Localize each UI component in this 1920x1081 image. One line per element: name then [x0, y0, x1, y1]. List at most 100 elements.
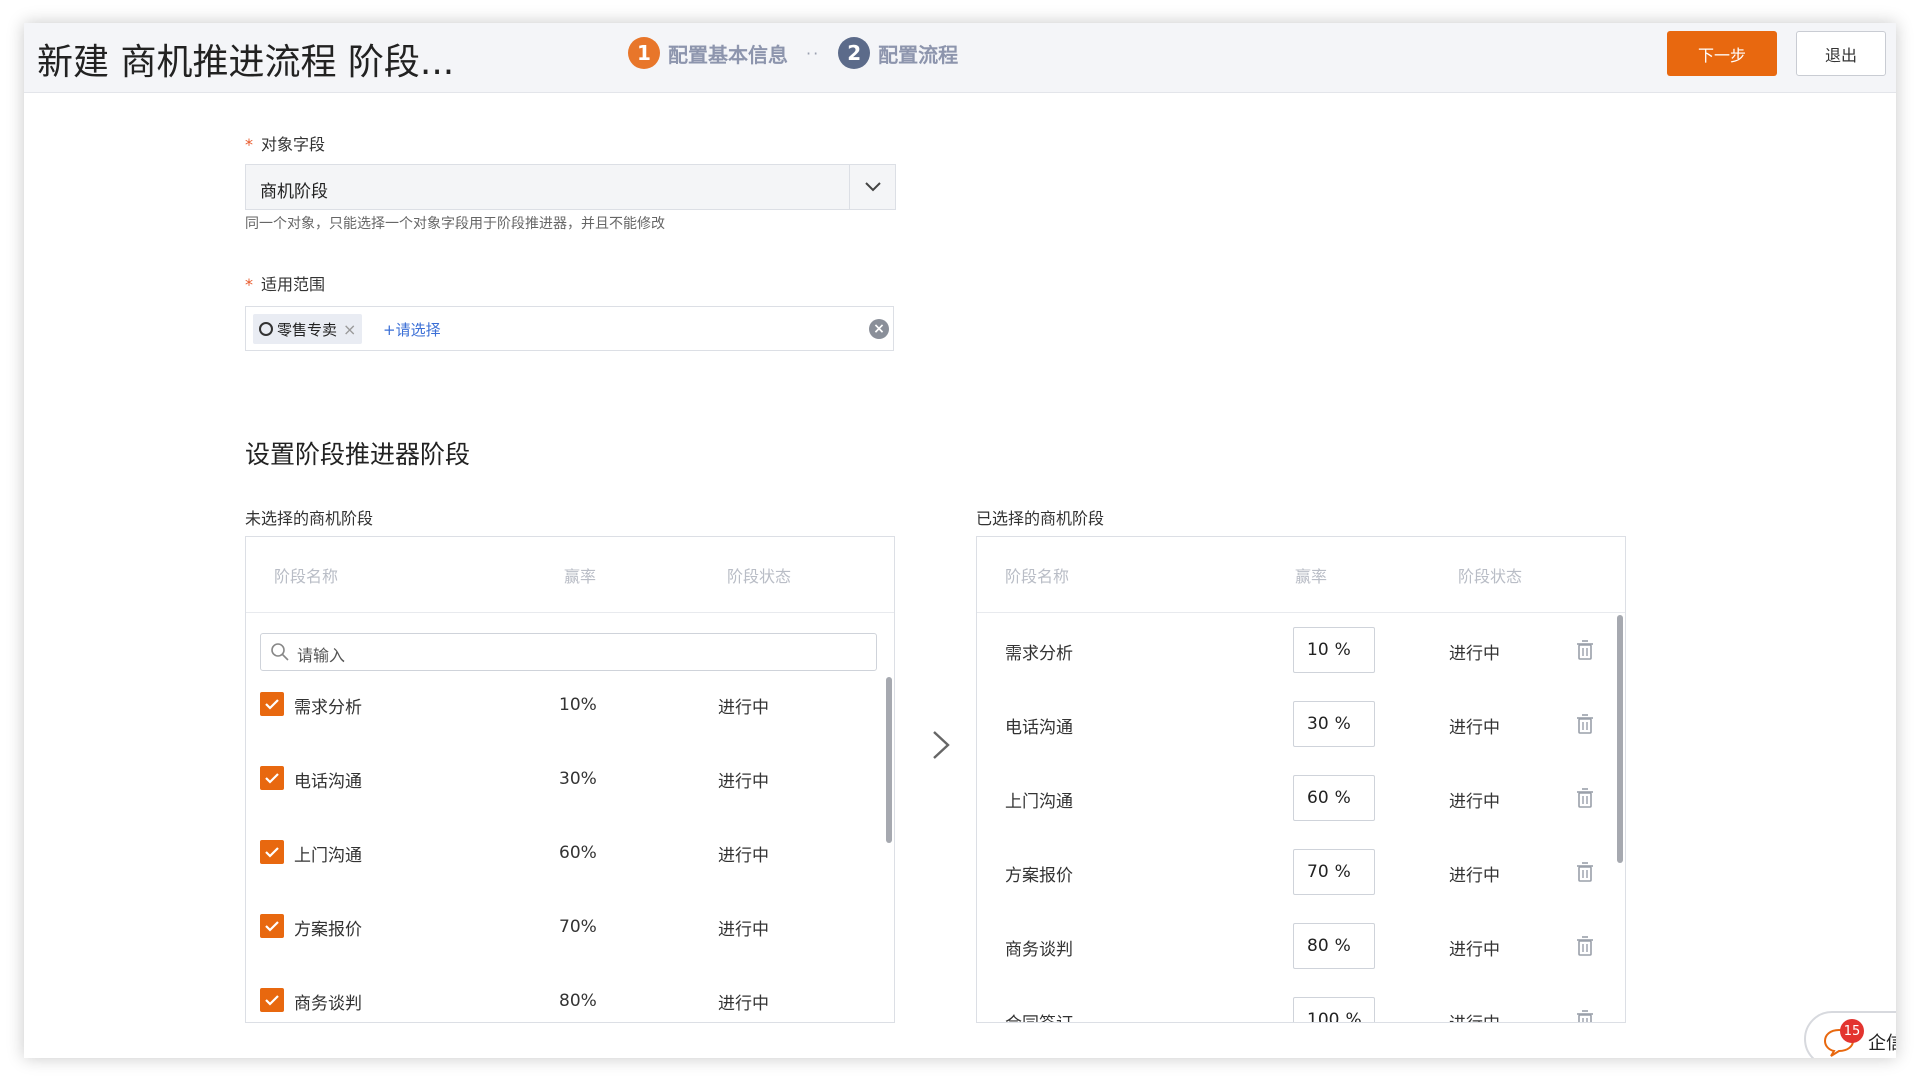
- stage-status: 进行中: [1449, 940, 1500, 960]
- chat-widget[interactable]: 15 企信: [1804, 1011, 1896, 1058]
- trash-icon[interactable]: [1575, 1009, 1595, 1023]
- object-field-hint: 同一个对象，只能选择一个对象字段用于阶段推进器，并且不能修改: [245, 216, 665, 232]
- win-rate-input[interactable]: 100%: [1293, 997, 1375, 1023]
- list-item[interactable]: 商务谈判 80% 进行中: [246, 975, 894, 1022]
- stage-status: 进行中: [718, 920, 769, 940]
- section-title: 设置阶段推进器阶段: [245, 440, 471, 469]
- required-mark: *: [245, 135, 253, 154]
- win-rate-value: 70: [1307, 862, 1329, 882]
- object-field-label-text: 对象字段: [261, 135, 326, 154]
- stage-rate: 70%: [559, 917, 597, 937]
- tag-remove-icon[interactable]: ×: [343, 320, 356, 339]
- trash-icon[interactable]: [1575, 639, 1595, 661]
- stage-name: 电话沟通: [1005, 718, 1073, 738]
- scope-label: * 适用范围: [245, 271, 325, 295]
- chevron-down-icon[interactable]: [849, 165, 895, 209]
- win-rate-input[interactable]: 60%: [1293, 775, 1375, 821]
- percent-unit: %: [1334, 714, 1351, 734]
- check-icon: [265, 847, 279, 858]
- step-1-label: 配置基本信息: [668, 42, 788, 67]
- check-icon: [265, 921, 279, 932]
- checkbox[interactable]: [260, 692, 284, 716]
- list-item[interactable]: 电话沟通 30% 进行中: [246, 753, 894, 827]
- step-1-number: 1: [628, 37, 660, 69]
- checkbox[interactable]: [260, 988, 284, 1012]
- table-row: 方案报价 70% 进行中: [977, 837, 1625, 911]
- app-window: 新建 商机推进流程 阶段... 1 配置基本信息 ·· 2 配置流程 下一步 退…: [24, 23, 1896, 1058]
- win-rate-input[interactable]: 10%: [1293, 627, 1375, 673]
- win-rate-input[interactable]: 80%: [1293, 923, 1375, 969]
- stage-status: 进行中: [718, 994, 769, 1014]
- page-title: 新建 商机推进流程 阶段...: [37, 42, 455, 83]
- column-header-status: 阶段状态: [727, 567, 792, 586]
- table-row: 上门沟通 60% 进行中: [977, 763, 1625, 837]
- table-header: 阶段名称 赢率 阶段状态: [977, 537, 1625, 613]
- add-scope-link[interactable]: +请选择: [383, 319, 441, 340]
- trash-icon[interactable]: [1575, 935, 1595, 957]
- column-header-rate: 赢率: [564, 567, 597, 586]
- table-row: 商务谈判 80% 进行中: [977, 911, 1625, 985]
- checkbox[interactable]: [260, 914, 284, 938]
- stage-rate: 80%: [559, 991, 597, 1011]
- stage-name: 需求分析: [1005, 644, 1073, 664]
- scope-tag: 零售专卖 ×: [253, 314, 363, 344]
- scope-selector[interactable]: 零售专卖 × +请选择 ×: [245, 306, 894, 351]
- percent-unit: %: [1334, 862, 1351, 882]
- stage-name: 商务谈判: [1005, 940, 1073, 960]
- percent-unit: %: [1345, 1010, 1362, 1023]
- table-row: 电话沟通 30% 进行中: [977, 689, 1625, 763]
- next-step-button[interactable]: 下一步: [1667, 31, 1777, 76]
- stage-search-input[interactable]: 请输入: [260, 633, 877, 671]
- win-rate-input[interactable]: 70%: [1293, 849, 1375, 895]
- trash-icon[interactable]: [1575, 787, 1595, 809]
- chevron-right-icon[interactable]: [930, 728, 952, 762]
- object-field-value: 商机阶段: [260, 182, 328, 202]
- checkbox[interactable]: [260, 840, 284, 864]
- check-icon: [265, 995, 279, 1006]
- stage-name: 合同签订: [1005, 1009, 1073, 1022]
- object-field-select[interactable]: 商机阶段: [245, 164, 896, 210]
- column-header-name: 阶段名称: [274, 567, 339, 586]
- step-separator: ··: [806, 43, 821, 63]
- stage-rate: 30%: [559, 769, 597, 789]
- stage-status: 进行中: [1449, 718, 1500, 738]
- trash-icon[interactable]: [1575, 713, 1595, 735]
- list-item[interactable]: 方案报价 70% 进行中: [246, 901, 894, 975]
- unselected-panel: 阶段名称 赢率 阶段状态 请输入 需求分析 10% 进行中电话沟通 30% 进行中 上门沟…: [245, 536, 895, 1023]
- search-placeholder: 请输入: [297, 646, 346, 665]
- scrollbar[interactable]: [1617, 615, 1623, 863]
- stage-status: 进行中: [1449, 792, 1500, 812]
- win-rate-value: 10: [1307, 640, 1329, 660]
- stage-name: 方案报价: [294, 920, 362, 940]
- scrollbar[interactable]: [886, 677, 892, 843]
- win-rate-value: 30: [1307, 714, 1329, 734]
- list-item[interactable]: 需求分析 10% 进行中: [246, 679, 894, 753]
- required-mark: *: [245, 275, 253, 294]
- selected-label: 已选择的商机阶段: [976, 509, 1105, 528]
- clear-icon[interactable]: ×: [869, 319, 889, 339]
- win-rate-input[interactable]: 30%: [1293, 701, 1375, 747]
- percent-unit: %: [1334, 788, 1351, 808]
- exit-button[interactable]: 退出: [1796, 31, 1886, 76]
- table-header: 阶段名称 赢率 阶段状态: [246, 537, 894, 613]
- column-header-name: 阶段名称: [1005, 567, 1070, 586]
- win-rate-value: 60: [1307, 788, 1329, 808]
- win-rate-value: 100: [1307, 1010, 1340, 1023]
- table-row: 合同签订 100% 进行中: [977, 985, 1625, 1023]
- step-2-number: 2: [838, 37, 871, 69]
- stage-rate: 60%: [559, 843, 597, 863]
- search-icon: [271, 643, 289, 661]
- check-icon: [265, 773, 279, 784]
- chat-label: 企信: [1868, 1033, 1896, 1054]
- list-item[interactable]: 上门沟通 60% 进行中: [246, 827, 894, 901]
- circle-icon: [259, 322, 273, 336]
- check-icon: [265, 699, 279, 710]
- stage-rate: 10%: [559, 695, 597, 715]
- checkbox[interactable]: [260, 766, 284, 790]
- step-indicator: 1 配置基本信息 ·· 2 配置流程: [628, 37, 958, 69]
- win-rate-value: 80: [1307, 936, 1329, 956]
- stage-status: 进行中: [1449, 866, 1500, 886]
- unselected-label: 未选择的商机阶段: [245, 509, 374, 528]
- trash-icon[interactable]: [1575, 861, 1595, 883]
- stage-name: 电话沟通: [294, 772, 362, 792]
